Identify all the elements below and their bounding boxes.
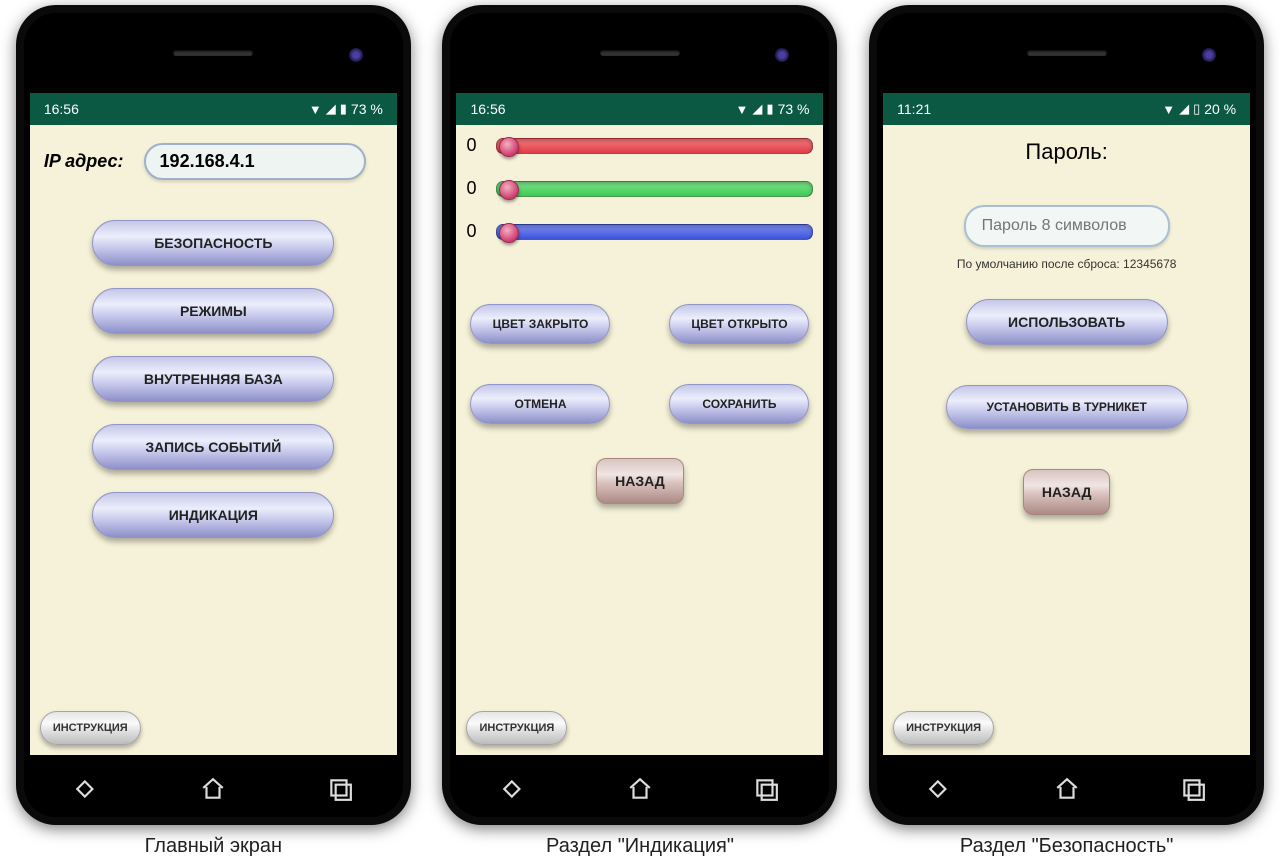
security-button[interactable]: БЕЗОПАСНОСТЬ (92, 220, 334, 266)
phone-frame: 16:56 ▼ ◢ ▮ 73 % IP адрес: БЕЗОПАСНОСТЬ (16, 5, 411, 825)
speaker-icon (600, 50, 680, 56)
camera-icon (349, 48, 363, 62)
battery-low-icon: ▯ (1193, 101, 1200, 117)
status-battery: 73 % (778, 101, 810, 117)
phone-top (24, 13, 403, 93)
slider-thumb-icon[interactable] (499, 137, 519, 157)
status-right: ▼ ◢ ▯ 20 % (1162, 101, 1236, 117)
home-icon[interactable] (627, 776, 653, 802)
slider-blue-row: 0 (466, 221, 813, 242)
slider-red[interactable] (496, 138, 813, 154)
back-icon[interactable] (501, 776, 527, 802)
password-title: Пароль: (893, 139, 1240, 165)
home-icon[interactable] (200, 776, 226, 802)
back-icon[interactable] (74, 776, 100, 802)
phone-inner: 16:56 ▼ ◢ ▮ 73 % IP адрес: БЕЗОПАСНОСТЬ (24, 13, 403, 817)
slider-red-value: 0 (466, 135, 482, 156)
speaker-icon (1027, 50, 1107, 56)
wifi-icon: ▼ (309, 102, 322, 117)
phone-security: 11:21 ▼ ◢ ▯ 20 % Пароль: По умолчанию по… (869, 5, 1264, 858)
home-icon[interactable] (1054, 776, 1080, 802)
battery-icon: ▮ (766, 101, 773, 117)
status-battery: 20 % (1204, 101, 1236, 117)
color-buttons-row: ЦВЕТ ЗАКРЫТО ЦВЕТ ОТКРЫТО (470, 304, 809, 344)
slider-blue-value: 0 (466, 221, 482, 242)
set-turnstile-button[interactable]: УСТАНОВИТЬ В ТУРНИКЕТ (946, 385, 1188, 429)
phone-inner: 16:56 ▼ ◢ ▮ 73 % 0 0 (450, 13, 829, 817)
color-open-button[interactable]: ЦВЕТ ОТКРЫТО (669, 304, 809, 344)
internal-db-button[interactable]: ВНУТРЕННЯЯ БАЗА (92, 356, 334, 402)
phone-top (450, 13, 829, 93)
status-right: ▼ ◢ ▮ 73 % (736, 101, 810, 117)
instruction-button[interactable]: ИНСТРУКЦИЯ (466, 711, 567, 745)
status-bar: 11:21 ▼ ◢ ▯ 20 % (883, 93, 1250, 125)
back-icon[interactable] (927, 776, 953, 802)
slider-thumb-icon[interactable] (499, 180, 519, 200)
password-buttons: ИСПОЛЬЗОВАТЬ УСТАНОВИТЬ В ТУРНИКЕТ НАЗАД (893, 299, 1240, 515)
battery-icon: ▮ (340, 101, 347, 117)
wifi-icon: ▼ (736, 102, 749, 117)
ip-row: IP адрес: (40, 143, 387, 180)
slider-blue[interactable] (496, 224, 813, 240)
password-hint: По умолчанию после сброса: 12345678 (893, 257, 1240, 271)
modes-button[interactable]: РЕЖИМЫ (92, 288, 334, 334)
action-buttons-row: ОТМЕНА СОХРАНИТЬ (470, 384, 809, 424)
phone-inner: 11:21 ▼ ◢ ▯ 20 % Пароль: По умолчанию по… (877, 13, 1256, 817)
signal-icon: ◢ (1179, 101, 1189, 117)
events-log-button[interactable]: ЗАПИСЬ СОБЫТИЙ (92, 424, 334, 470)
slider-green[interactable] (496, 181, 813, 197)
wifi-icon: ▼ (1162, 102, 1175, 117)
ip-input[interactable] (144, 143, 366, 180)
caption-security: Раздел "Безопасность" (960, 835, 1173, 858)
status-battery: 73 % (351, 101, 383, 117)
password-input[interactable] (964, 205, 1170, 247)
content-security: Пароль: По умолчанию после сброса: 12345… (883, 125, 1250, 755)
instruction-button[interactable]: ИНСТРУКЦИЯ (893, 711, 994, 745)
screen: 16:56 ▼ ◢ ▮ 73 % IP адрес: БЕЗОПАСНОСТЬ (30, 93, 397, 755)
screen: 11:21 ▼ ◢ ▯ 20 % Пароль: По умолчанию по… (883, 93, 1250, 755)
use-button[interactable]: ИСПОЛЬЗОВАТЬ (966, 299, 1168, 345)
android-nav (450, 761, 829, 817)
slider-green-row: 0 (466, 178, 813, 199)
signal-icon: ◢ (326, 101, 336, 117)
phone-top (877, 13, 1256, 93)
slider-thumb-icon[interactable] (499, 223, 519, 243)
recent-icon[interactable] (753, 776, 779, 802)
phone-frame: 11:21 ▼ ◢ ▯ 20 % Пароль: По умолчанию по… (869, 5, 1264, 825)
camera-icon (775, 48, 789, 62)
recent-icon[interactable] (1180, 776, 1206, 802)
camera-icon (1202, 48, 1216, 62)
back-button[interactable]: НАЗАД (596, 458, 684, 504)
speaker-icon (173, 50, 253, 56)
color-closed-button[interactable]: ЦВЕТ ЗАКРЫТО (470, 304, 610, 344)
main-menu: БЕЗОПАСНОСТЬ РЕЖИМЫ ВНУТРЕННЯЯ БАЗА ЗАПИ… (40, 220, 387, 538)
cancel-button[interactable]: ОТМЕНА (470, 384, 610, 424)
indication-button[interactable]: ИНДИКАЦИЯ (92, 492, 334, 538)
status-time: 16:56 (470, 101, 505, 117)
status-bar: 16:56 ▼ ◢ ▮ 73 % (456, 93, 823, 125)
screen: 16:56 ▼ ◢ ▮ 73 % 0 0 (456, 93, 823, 755)
caption-indication: Раздел "Индикация" (546, 835, 734, 858)
slider-red-row: 0 (466, 135, 813, 156)
phone-main: 16:56 ▼ ◢ ▮ 73 % IP адрес: БЕЗОПАСНОСТЬ (16, 5, 411, 858)
phone-indication: 16:56 ▼ ◢ ▮ 73 % 0 0 (442, 5, 837, 858)
instruction-button[interactable]: ИНСТРУКЦИЯ (40, 711, 141, 745)
android-nav (24, 761, 403, 817)
status-right: ▼ ◢ ▮ 73 % (309, 101, 383, 117)
save-button[interactable]: СОХРАНИТЬ (669, 384, 809, 424)
status-time: 11:21 (897, 101, 931, 117)
content-indication: 0 0 0 ЦВЕТ ЗАКРЫТО ЦВЕТ ОТКРЫТО (456, 125, 823, 755)
status-bar: 16:56 ▼ ◢ ▮ 73 % (30, 93, 397, 125)
caption-main: Главный экран (145, 835, 283, 858)
signal-icon: ◢ (752, 101, 762, 117)
phone-frame: 16:56 ▼ ◢ ▮ 73 % 0 0 (442, 5, 837, 825)
ip-label: IP адрес: (44, 151, 124, 172)
back-button[interactable]: НАЗАД (1023, 469, 1111, 515)
back-row: НАЗАД (466, 458, 813, 504)
android-nav (877, 761, 1256, 817)
content-main: IP адрес: БЕЗОПАСНОСТЬ РЕЖИМЫ ВНУТРЕННЯЯ… (30, 125, 397, 755)
status-time: 16:56 (44, 101, 79, 117)
slider-green-value: 0 (466, 178, 482, 199)
recent-icon[interactable] (327, 776, 353, 802)
